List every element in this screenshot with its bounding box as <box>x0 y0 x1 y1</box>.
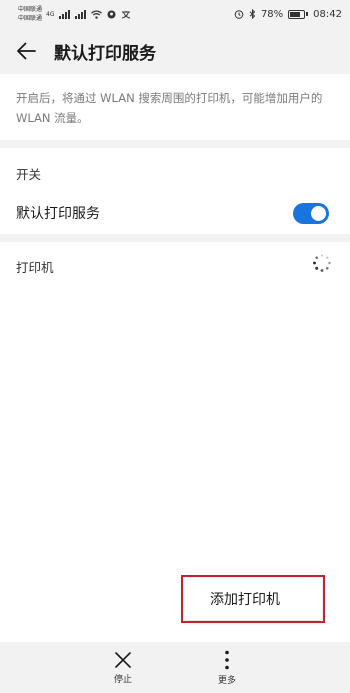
carrier-2: 中国联通 <box>18 15 43 22</box>
alarm-icon <box>234 10 244 19</box>
app-bar: 默认打印服务 <box>0 28 350 74</box>
translate-icon <box>122 10 131 18</box>
default-print-service-label: 默认打印服务 <box>16 206 100 222</box>
stop-label: 停止 <box>113 674 132 685</box>
battery-icon <box>288 9 309 19</box>
carrier-info: 中国联通 中国联通 <box>18 5 42 23</box>
arrow-left-icon <box>17 42 36 60</box>
network-type-tag: 4G <box>46 10 55 18</box>
more-button[interactable]: 更多 <box>205 642 249 693</box>
menu-item-add-printer[interactable]: 添加打印机 <box>181 575 325 623</box>
clock: 08:42 <box>313 8 342 20</box>
status-bar: 中国联通 中国联通 4G 78% 08:42 <box>0 0 350 28</box>
toggle-knob <box>311 205 326 221</box>
signal-icon <box>59 9 71 19</box>
wifi-icon <box>91 9 103 19</box>
description-card: 开启后，将通过 WLAN 搜索周围的打印机，可能增加用户的 WLAN 流量。 <box>0 74 350 140</box>
status-icons-left: 4G <box>46 9 131 19</box>
stop-button[interactable]: 停止 <box>101 642 145 693</box>
bluetooth-icon <box>249 9 256 19</box>
back-button[interactable] <box>0 28 52 74</box>
signal-icon-2 <box>75 9 87 19</box>
description-text: 开启后，将通过 WLAN 搜索周围的打印机，可能增加用户的 WLAN 流量。 <box>16 91 323 125</box>
switch-section: 开关 默认打印服务 <box>0 148 350 234</box>
default-print-service-toggle[interactable] <box>293 202 329 224</box>
printer-section-header: 打印机 <box>16 260 54 275</box>
status-icons-right: 78% 08:42 <box>234 9 342 20</box>
carrier-1: 中国联通 <box>18 6 43 13</box>
bottom-toolbar: 停止 更多 <box>0 642 350 693</box>
location-icon <box>107 10 116 18</box>
loading-spinner-icon <box>313 254 331 272</box>
more-label: 更多 <box>217 675 236 686</box>
overflow-menu: 添加打印机 <box>181 575 325 623</box>
close-icon <box>115 651 131 668</box>
page-title: 默认打印服务 <box>54 43 156 64</box>
more-vertical-icon <box>225 650 229 669</box>
battery-percent: 78% <box>260 8 284 20</box>
default-print-service-row[interactable]: 默认打印服务 <box>0 192 350 234</box>
switch-section-header: 开关 <box>16 167 42 182</box>
